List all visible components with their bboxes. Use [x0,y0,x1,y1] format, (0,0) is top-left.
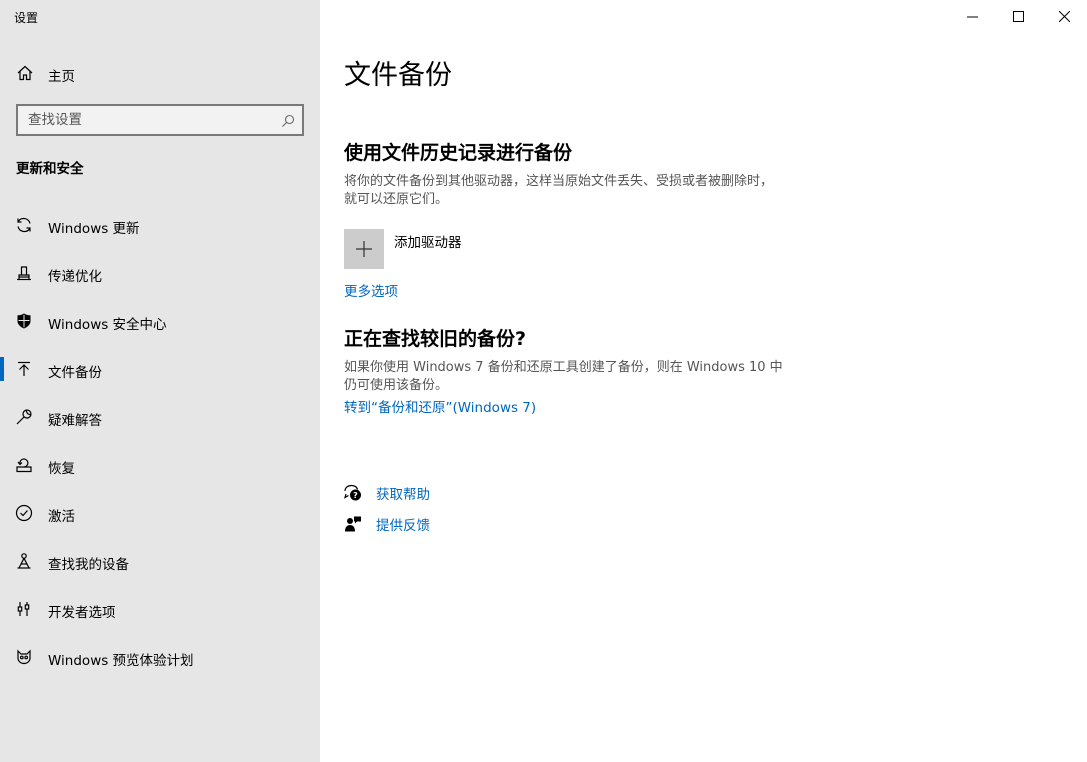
home-label: 主页 [48,69,75,85]
shield-icon [15,312,33,330]
find-device-icon [15,552,33,570]
file-history-description: 将你的文件备份到其他驱动器，这样当原始文件丢失、受损或者被删除时，就可以还原它们… [344,174,774,207]
search-icon[interactable] [281,113,295,127]
delivery-optimization-icon [15,264,33,282]
more-options-link[interactable]: 更多选项 [344,280,398,300]
minimize-icon [966,7,978,26]
plus-icon [356,241,372,257]
developer-icon [15,600,33,618]
page-title: 文件备份 [344,60,452,91]
add-drive-tile [344,229,384,269]
sidebar-item-label: 传递优化 [48,269,102,285]
close-icon [1058,7,1070,26]
home-icon [16,64,34,82]
sidebar-item-activation[interactable]: 激活 [0,493,320,533]
search-box[interactable] [16,104,304,136]
insider-cat-icon [15,648,33,666]
sidebar-item-windows-security[interactable]: Windows 安全中心 [0,301,320,341]
sidebar-item-label: 疑难解答 [48,413,102,429]
get-help-label: 获取帮助 [376,487,430,503]
home-nav-item[interactable]: 主页 [0,58,320,88]
older-backup-description: 如果你使用 Windows 7 备份和还原工具创建了备份，则在 Windows … [344,360,783,393]
sidebar-item-label: 激活 [48,509,75,525]
add-drive-label: 添加驱动器 [394,235,462,251]
sidebar: 设置 主页 更新和安全 Windows [0,0,320,762]
sidebar-item-label: Windows 预览体验计划 [48,653,194,669]
sidebar-item-recovery[interactable]: 恢复 [0,445,320,485]
sidebar-item-label: Windows 安全中心 [48,317,167,333]
file-history-heading: 使用文件历史记录进行备份 [344,142,573,164]
sidebar-item-label: Windows 更新 [48,221,140,237]
section-heading: 更新和安全 [16,161,84,177]
add-drive-button[interactable]: 添加驱动器 [344,229,544,269]
check-circle-icon [15,504,33,522]
sidebar-item-delivery-optimization[interactable]: 传递优化 [0,253,320,293]
sidebar-item-label: 查找我的设备 [48,557,129,573]
backup-arrow-icon [15,360,33,378]
recovery-icon [15,456,33,474]
maximize-button[interactable] [995,0,1041,32]
maximize-icon [1012,7,1024,26]
sidebar-item-troubleshoot[interactable]: 疑难解答 [0,397,320,437]
backup-restore-win7-link[interactable]: 转到“备份和还原”(Windows 7) [344,396,536,416]
app-title: 设置 [14,11,39,25]
sidebar-item-label: 文件备份 [48,365,102,381]
sidebar-item-label: 恢复 [48,461,75,477]
help-chat-icon: ? [344,484,362,502]
refresh-icon [15,216,33,234]
sidebar-item-label: 开发者选项 [48,605,116,621]
minimize-button[interactable] [949,0,995,32]
sidebar-item-developer-options[interactable]: 开发者选项 [0,589,320,629]
sidebar-item-windows-insider[interactable]: Windows 预览体验计划 [0,637,320,677]
active-indicator [0,357,4,381]
feedback-person-icon [344,515,362,533]
sidebar-item-windows-update[interactable]: Windows 更新 [0,205,320,245]
sidebar-item-find-my-device[interactable]: 查找我的设备 [0,541,320,581]
svg-text:?: ? [353,491,358,500]
search-input[interactable] [18,106,302,134]
close-button[interactable] [1041,0,1087,32]
sidebar-item-file-backup[interactable]: 文件备份 [0,349,320,389]
give-feedback-label: 提供反馈 [376,518,430,534]
older-backup-heading: 正在查找较旧的备份? [344,328,527,350]
wrench-icon [15,408,33,426]
